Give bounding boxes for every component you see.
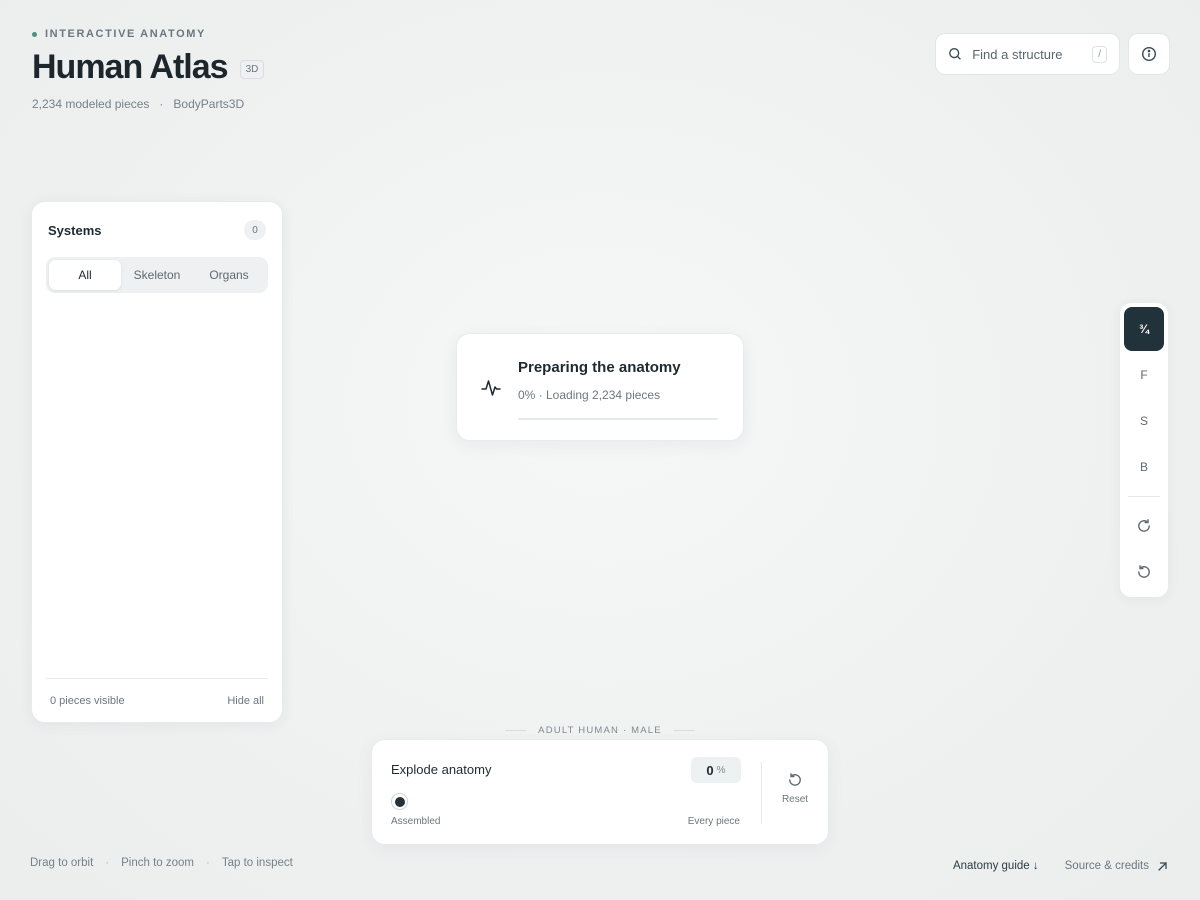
eyebrow-label: INTERACTIVE ANATOMY bbox=[45, 28, 206, 40]
loading-card: Preparing the anatomy 0% · Loading 2,234… bbox=[456, 333, 744, 441]
hint-separator: · bbox=[206, 857, 210, 869]
view-front-button[interactable]: F bbox=[1124, 353, 1164, 397]
brand-header: INTERACTIVE ANATOMY Human Atlas 3D 2,234… bbox=[32, 28, 265, 111]
tab-skeleton[interactable]: Skeleton bbox=[121, 260, 193, 290]
reset-label: Reset bbox=[781, 794, 809, 805]
explode-divider bbox=[761, 762, 762, 824]
loading-title: Preparing the anatomy bbox=[518, 359, 681, 376]
hint-zoom: Pinch to zoom bbox=[121, 857, 194, 869]
hint-orbit: Drag to orbit bbox=[30, 857, 94, 869]
title-row: Human Atlas 3D bbox=[32, 48, 265, 87]
rotate-cw-icon bbox=[1138, 519, 1150, 532]
explode-max-label: Every piece bbox=[687, 816, 740, 827]
meta-separator: · bbox=[159, 97, 164, 111]
rotate-ccw-icon bbox=[1138, 565, 1150, 578]
systems-panel: Systems 0 All Skeleton Organs 0 pieces v… bbox=[31, 201, 283, 723]
view-side-button[interactable]: S bbox=[1124, 399, 1164, 443]
eyebrow: INTERACTIVE ANATOMY bbox=[32, 28, 264, 40]
explode-value: 0 bbox=[706, 762, 714, 778]
pieces-count: 2,234 modeled pieces bbox=[32, 97, 150, 111]
slider-handle-dot bbox=[394, 796, 405, 807]
hint-inspect: Tap to inspect bbox=[221, 857, 293, 869]
status-dot bbox=[32, 31, 37, 37]
source-label: BodyParts3D bbox=[173, 97, 245, 111]
search-box[interactable]: / bbox=[935, 33, 1120, 75]
explode-slider-handle[interactable] bbox=[391, 793, 408, 810]
footer-links: Anatomy guide ↓ Source & credits bbox=[953, 860, 1168, 872]
caption-rule-right bbox=[673, 730, 695, 731]
search-input[interactable] bbox=[972, 46, 1083, 62]
page-title: Human Atlas bbox=[32, 48, 229, 86]
pulse-icon bbox=[481, 380, 501, 396]
reset-button[interactable]: Reset bbox=[768, 772, 822, 805]
search-icon bbox=[949, 48, 961, 60]
source-credits-label: Source & credits bbox=[1064, 860, 1149, 872]
loading-status: 0% · Loading 2,234 pieces bbox=[518, 388, 661, 402]
external-arrow-icon bbox=[1158, 861, 1167, 871]
rotate-clockwise-button[interactable] bbox=[1124, 504, 1164, 548]
model-caption: ADULT HUMAN · MALE bbox=[505, 725, 695, 736]
search-shortcut-key: / bbox=[1092, 45, 1107, 63]
systems-footer: 0 pieces visible Hide all bbox=[46, 678, 268, 722]
explode-value-readout: 0 % bbox=[691, 757, 741, 783]
explode-min-label: Assembled bbox=[391, 816, 441, 827]
systems-title: Systems bbox=[48, 222, 102, 238]
explode-panel: Explode anatomy 0 % Assembled Every piec… bbox=[371, 739, 829, 845]
tab-all[interactable]: All bbox=[49, 260, 121, 290]
source-credits-link[interactable]: Source & credits bbox=[1065, 860, 1168, 872]
rail-divider bbox=[1128, 496, 1160, 497]
explode-title: Explode anatomy bbox=[391, 762, 492, 777]
gesture-hints: Drag to orbit · Pinch to zoom · Tap to i… bbox=[30, 857, 293, 869]
info-button[interactable] bbox=[1128, 33, 1170, 75]
model-caption-text: ADULT HUMAN · MALE bbox=[538, 725, 662, 736]
anatomy-guide-link[interactable]: Anatomy guide ↓ bbox=[953, 860, 1039, 872]
view-three-quarter-button[interactable]: ¾ bbox=[1124, 307, 1164, 351]
3d-badge: 3D bbox=[239, 60, 265, 79]
loading-progress-bar bbox=[518, 418, 718, 420]
explode-unit: % bbox=[716, 764, 726, 776]
systems-count-badge: 0 bbox=[244, 220, 266, 240]
systems-header: Systems 0 bbox=[32, 202, 282, 240]
reset-icon bbox=[789, 773, 801, 786]
caption-rule-left bbox=[505, 730, 527, 731]
tab-organs[interactable]: Organs bbox=[193, 260, 265, 290]
meta-line: 2,234 modeled pieces · BodyParts3D bbox=[32, 97, 264, 111]
view-rail: ¾ F S B bbox=[1119, 302, 1169, 598]
view-back-button[interactable]: B bbox=[1124, 445, 1164, 489]
hide-all-button[interactable]: Hide all bbox=[227, 695, 264, 707]
visible-pieces-count: 0 pieces visible bbox=[50, 694, 125, 707]
hint-separator: · bbox=[105, 857, 110, 869]
systems-filter-tabs: All Skeleton Organs bbox=[46, 257, 268, 293]
explode-slider-track[interactable] bbox=[391, 801, 741, 803]
rotate-counterclockwise-button[interactable] bbox=[1124, 550, 1164, 594]
info-icon bbox=[1141, 46, 1157, 62]
